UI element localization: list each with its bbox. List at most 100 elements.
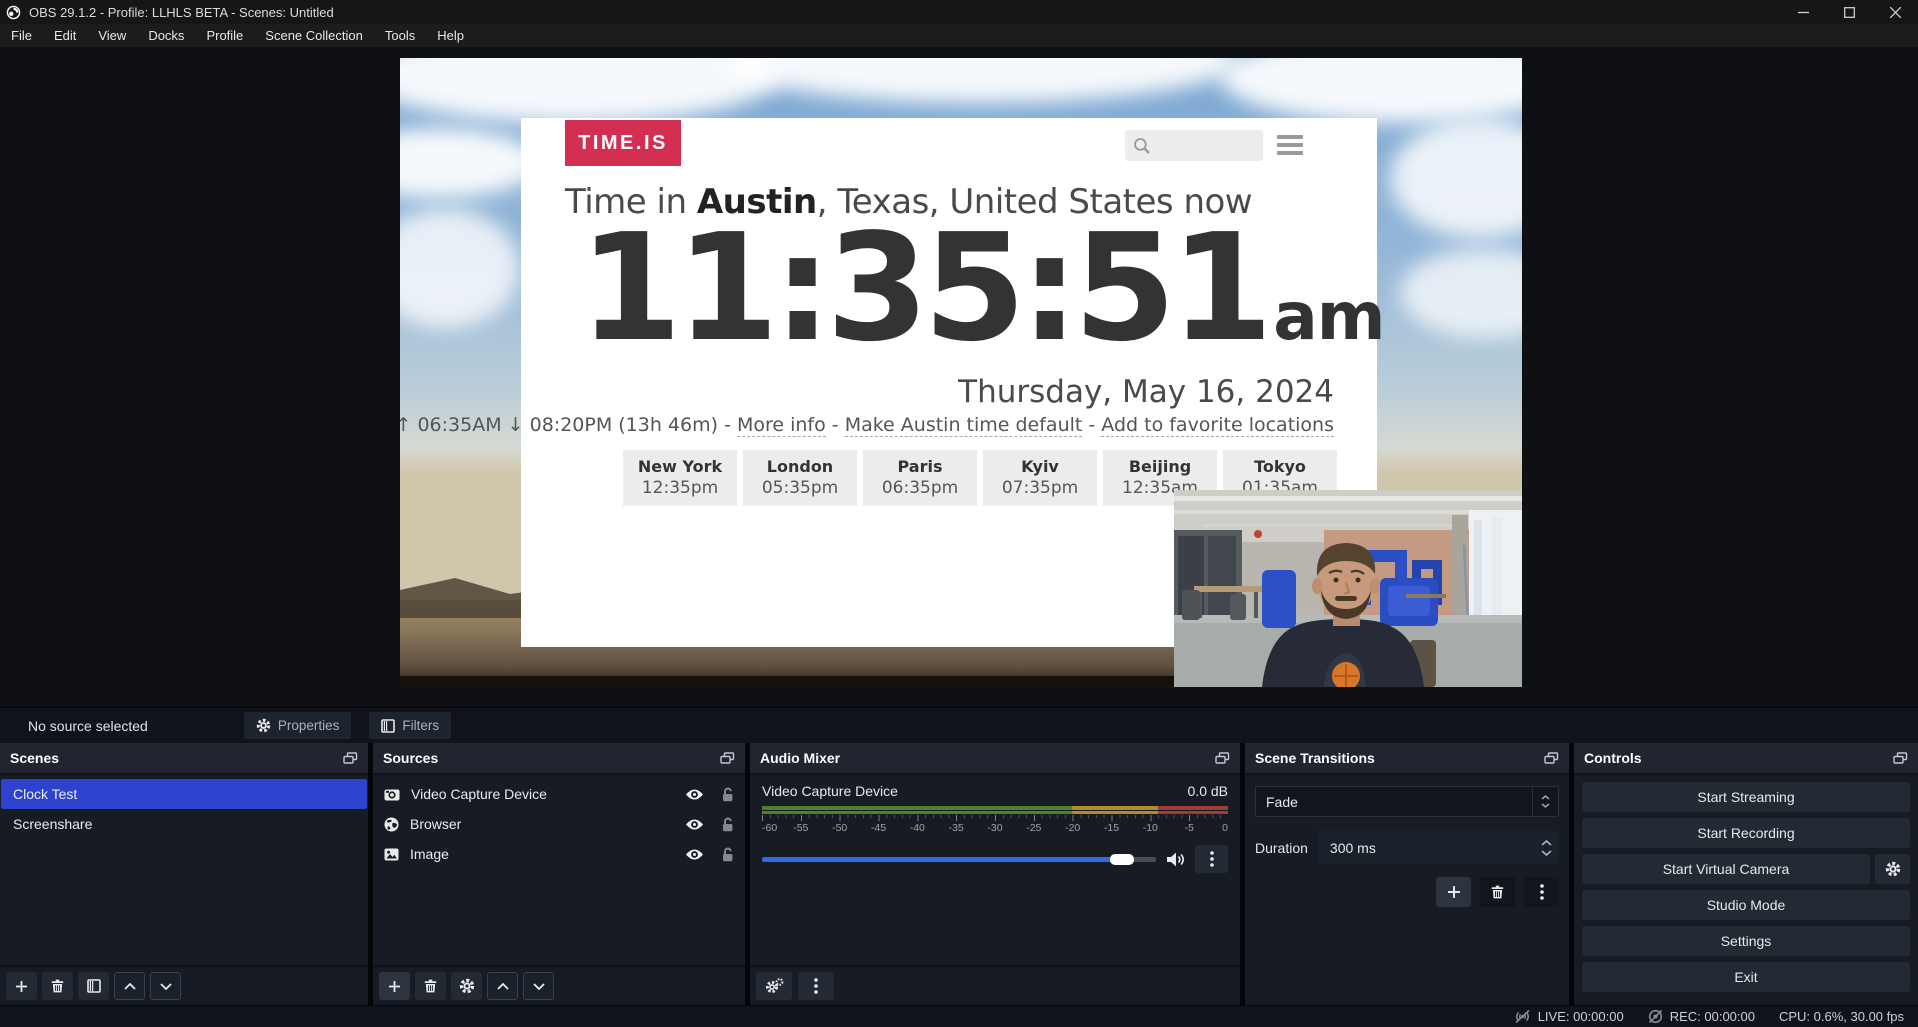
start-streaming-button[interactable]: Start Streaming xyxy=(1582,782,1910,812)
cloud xyxy=(1220,58,1522,123)
move-source-up-button[interactable] xyxy=(487,972,518,1000)
remove-scene-button[interactable] xyxy=(42,972,73,1000)
studio-mode-button[interactable]: Studio Mode xyxy=(1582,890,1910,920)
source-row-video-capture[interactable]: Video Capture Device xyxy=(373,779,745,809)
remove-transition-button[interactable] xyxy=(1480,877,1515,907)
cloud xyxy=(1390,118,1522,238)
filters-button[interactable]: Filters xyxy=(369,712,451,739)
popout-icon[interactable] xyxy=(1893,752,1908,765)
menu-docks[interactable]: Docks xyxy=(137,24,195,47)
eye-icon[interactable] xyxy=(685,848,704,861)
chevron-down-icon xyxy=(1541,850,1552,856)
menu-view[interactable]: View xyxy=(87,24,137,47)
rec-timecode: REC: 00:00:00 xyxy=(1670,1009,1755,1024)
transition-select[interactable]: Fade xyxy=(1255,786,1559,817)
city-time: 06:35pm xyxy=(863,478,977,498)
audio-mixer-panel: Audio Mixer Video Capture Device 0.0 dB … xyxy=(750,743,1240,1005)
mixer-channel-menu-button[interactable] xyxy=(1195,845,1228,873)
start-virtual-camera-button[interactable]: Start Virtual Camera xyxy=(1582,854,1870,884)
menu-file[interactable]: File xyxy=(0,24,43,47)
live-timecode: LIVE: 00:00:00 xyxy=(1538,1009,1624,1024)
popout-icon[interactable] xyxy=(343,752,358,765)
mixer-menu-button[interactable] xyxy=(798,972,834,1000)
popout-icon[interactable] xyxy=(720,752,735,765)
stream-inactive-icon xyxy=(1514,1009,1531,1024)
start-recording-button[interactable]: Start Recording xyxy=(1582,818,1910,848)
eye-icon[interactable] xyxy=(685,818,704,831)
city-name: Beijing xyxy=(1103,457,1217,476)
properties-button[interactable]: Properties xyxy=(244,712,352,739)
plus-icon xyxy=(1447,885,1461,899)
preview-area[interactable]: TIME.IS Time in Austin, Texas, United St… xyxy=(0,47,1918,707)
city-name: Kyiv xyxy=(983,457,1097,476)
webcam-overlay[interactable] xyxy=(1174,490,1522,687)
make-default-link[interactable]: Make Austin time default xyxy=(845,414,1083,437)
double-gear-icon xyxy=(765,978,784,994)
move-scene-down-button[interactable] xyxy=(150,972,181,1000)
scene-item-screenshare[interactable]: Screenshare xyxy=(1,809,367,839)
eye-icon[interactable] xyxy=(685,788,704,801)
speaker-icon[interactable] xyxy=(1166,852,1185,867)
menu-help[interactable]: Help xyxy=(426,24,475,47)
rec-status: REC: 00:00:00 xyxy=(1648,1009,1755,1024)
timeis-clock: 11:35:51am xyxy=(579,214,1385,362)
scene-item-clock-test[interactable]: Clock Test xyxy=(1,779,367,809)
move-source-down-button[interactable] xyxy=(523,972,554,1000)
city-name: Tokyo xyxy=(1223,457,1337,476)
transition-properties-button[interactable] xyxy=(1524,877,1559,907)
volume-slider[interactable] xyxy=(762,857,1156,862)
city-box-kyiv[interactable]: Kyiv 07:35pm xyxy=(983,450,1097,506)
source-row-image[interactable]: Image xyxy=(373,839,745,869)
menu-tools[interactable]: Tools xyxy=(374,24,426,47)
city-name: London xyxy=(743,457,857,476)
chevron-down-icon xyxy=(160,983,172,990)
city-time: 07:35pm xyxy=(983,478,1097,498)
sources-header: Sources xyxy=(373,743,745,775)
move-scene-up-button[interactable] xyxy=(114,972,145,1000)
timeis-logo[interactable]: TIME.IS xyxy=(565,120,681,166)
unlock-icon[interactable] xyxy=(721,787,734,802)
timeis-search-input[interactable] xyxy=(1125,130,1263,161)
add-favorite-link[interactable]: Add to favorite locations xyxy=(1101,414,1334,437)
mixer-level-db: 0.0 dB xyxy=(1188,783,1228,799)
popout-icon[interactable] xyxy=(1544,752,1559,765)
cloud xyxy=(720,58,1240,103)
maximize-button[interactable] xyxy=(1826,0,1872,24)
unlock-icon[interactable] xyxy=(721,817,734,832)
transition-select-arrows[interactable] xyxy=(1532,787,1558,816)
popout-icon[interactable] xyxy=(1215,752,1230,765)
close-button[interactable] xyxy=(1872,0,1918,24)
add-transition-button[interactable] xyxy=(1436,877,1471,907)
advanced-audio-button[interactable] xyxy=(756,972,792,1000)
menu-scene-collection[interactable]: Scene Collection xyxy=(254,24,374,47)
status-bar: LIVE: 00:00:00 REC: 00:00:00 CPU: 0.6%, … xyxy=(0,1005,1918,1027)
menubar: File Edit View Docks Profile Scene Colle… xyxy=(0,24,1918,47)
scene-filters-button[interactable] xyxy=(78,972,109,1000)
city-box-new-york[interactable]: New York 12:35pm xyxy=(623,450,737,506)
menu-edit[interactable]: Edit xyxy=(43,24,87,47)
unlock-icon[interactable] xyxy=(721,847,734,862)
duration-spinbox[interactable]: 300 ms xyxy=(1318,831,1559,864)
source-row-browser[interactable]: Browser xyxy=(373,809,745,839)
duration-spin-arrows[interactable] xyxy=(1533,831,1559,864)
plus-icon xyxy=(388,980,401,993)
properties-label: Properties xyxy=(278,718,340,733)
city-box-london[interactable]: London 05:35pm xyxy=(743,450,857,506)
remove-source-button[interactable] xyxy=(415,972,446,1000)
controls-title: Controls xyxy=(1584,750,1642,766)
virtual-camera-config-button[interactable] xyxy=(1875,854,1910,884)
source-label: Video Capture Device xyxy=(411,786,547,802)
more-info-link[interactable]: More info xyxy=(737,414,826,437)
exit-button[interactable]: Exit xyxy=(1582,962,1910,992)
source-properties-button[interactable] xyxy=(451,972,482,1000)
add-scene-button[interactable] xyxy=(6,972,37,1000)
transitions-header: Scene Transitions xyxy=(1245,743,1569,775)
volume-slider-handle[interactable] xyxy=(1110,854,1134,865)
city-box-paris[interactable]: Paris 06:35pm xyxy=(863,450,977,506)
hamburger-menu-icon[interactable] xyxy=(1277,135,1303,155)
add-source-button[interactable] xyxy=(379,972,410,1000)
settings-button[interactable]: Settings xyxy=(1582,926,1910,956)
menu-profile[interactable]: Profile xyxy=(195,24,254,47)
minimize-button[interactable] xyxy=(1780,0,1826,24)
program-canvas[interactable]: TIME.IS Time in Austin, Texas, United St… xyxy=(400,58,1522,688)
